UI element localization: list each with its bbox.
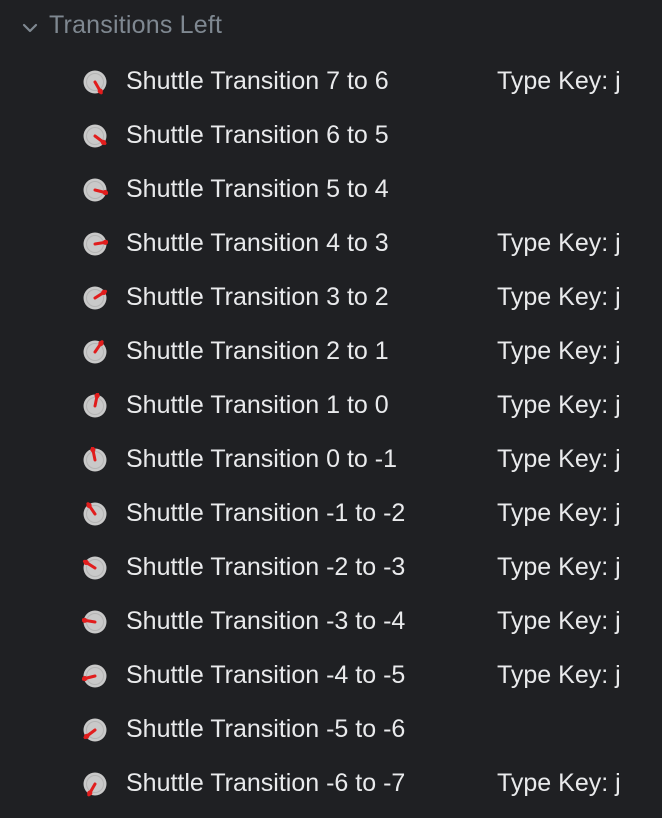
shuttle-dial-icon: [82, 123, 108, 149]
shuttle-dial-icon: [82, 69, 108, 95]
type-key-label: Type Key: j: [497, 607, 621, 635]
transitions-panel: Transitions Left Shuttle Transition 7 to…: [0, 0, 662, 818]
transition-label: Shuttle Transition 0 to -1: [126, 445, 397, 473]
shuttle-dial-icon: [82, 177, 109, 203]
transition-label: Shuttle Transition 6 to 5: [126, 121, 389, 149]
transition-label: Shuttle Transition -6 to -7: [126, 769, 406, 797]
shuttle-dial-icon: [82, 392, 108, 419]
group-header-transitions-left[interactable]: Transitions Left: [0, 0, 662, 52]
transition-label: Shuttle Transition 3 to 2: [126, 283, 389, 311]
type-key-label: Type Key: j: [497, 391, 621, 419]
type-key-label: Type Key: j: [497, 445, 621, 473]
type-key-label: Type Key: j: [497, 553, 621, 581]
transition-label: Shuttle Transition 5 to 4: [126, 175, 389, 203]
chevron-down-icon[interactable]: [20, 18, 40, 38]
list-item[interactable]: Shuttle Transition 1 to 0 Type Key: j: [0, 378, 662, 432]
transition-label: Shuttle Transition -2 to -3: [126, 553, 406, 581]
shuttle-dial-icon: [82, 771, 108, 797]
transition-label: Shuttle Transition -5 to -6: [126, 715, 406, 743]
transition-label: Shuttle Transition 4 to 3: [126, 229, 389, 257]
type-key-label: Type Key: j: [497, 67, 621, 95]
type-key-label: Type Key: j: [497, 499, 621, 527]
list-item[interactable]: Shuttle Transition -5 to -6: [0, 702, 662, 756]
type-key-label: Type Key: j: [497, 769, 621, 797]
transition-label: Shuttle Transition -1 to -2: [126, 499, 406, 527]
list-item[interactable]: Shuttle Transition 0 to -1 Type Key: j: [0, 432, 662, 486]
list-item[interactable]: Shuttle Transition 7 to 6 Type Key: j: [0, 54, 662, 108]
shuttle-dial-icon: [82, 446, 108, 473]
list-item[interactable]: Shuttle Transition 5 to 4: [0, 162, 662, 216]
transition-label: Shuttle Transition -4 to -5: [126, 661, 406, 689]
shuttle-dial-icon: [82, 501, 108, 527]
list-item[interactable]: Shuttle Transition -1 to -2 Type Key: j: [0, 486, 662, 540]
shuttle-dial-icon: [82, 285, 108, 311]
list-item[interactable]: Shuttle Transition -3 to -4 Type Key: j: [0, 594, 662, 648]
type-key-label: Type Key: j: [497, 337, 621, 365]
type-key-label: Type Key: j: [497, 229, 621, 257]
list-item[interactable]: Shuttle Transition -4 to -5 Type Key: j: [0, 648, 662, 702]
list-item[interactable]: Shuttle Transition -2 to -3 Type Key: j: [0, 540, 662, 594]
shuttle-dial-icon: [82, 339, 108, 365]
transition-label: Shuttle Transition 7 to 6: [126, 67, 389, 95]
list-item[interactable]: Shuttle Transition 2 to 1 Type Key: j: [0, 324, 662, 378]
shuttle-dial-icon: [81, 609, 108, 635]
list-item[interactable]: Shuttle Transition 6 to 5: [0, 108, 662, 162]
transition-label: Shuttle Transition 2 to 1: [126, 337, 389, 365]
transition-list: Shuttle Transition 7 to 6 Type Key: j Shut…: [0, 54, 662, 810]
type-key-label: Type Key: j: [497, 661, 621, 689]
shuttle-dial-icon: [81, 663, 108, 689]
shuttle-dial-icon: [82, 555, 108, 581]
transition-label: Shuttle Transition 1 to 0: [126, 391, 389, 419]
list-item[interactable]: Shuttle Transition 3 to 2 Type Key: j: [0, 270, 662, 324]
transition-label: Shuttle Transition -3 to -4: [126, 607, 406, 635]
group-title: Transitions Left: [49, 11, 223, 39]
list-item[interactable]: Shuttle Transition 4 to 3 Type Key: j: [0, 216, 662, 270]
shuttle-dial-icon: [82, 231, 109, 257]
shuttle-dial-icon: [82, 717, 108, 743]
type-key-label: Type Key: j: [497, 283, 621, 311]
list-item[interactable]: Shuttle Transition -6 to -7 Type Key: j: [0, 756, 662, 810]
